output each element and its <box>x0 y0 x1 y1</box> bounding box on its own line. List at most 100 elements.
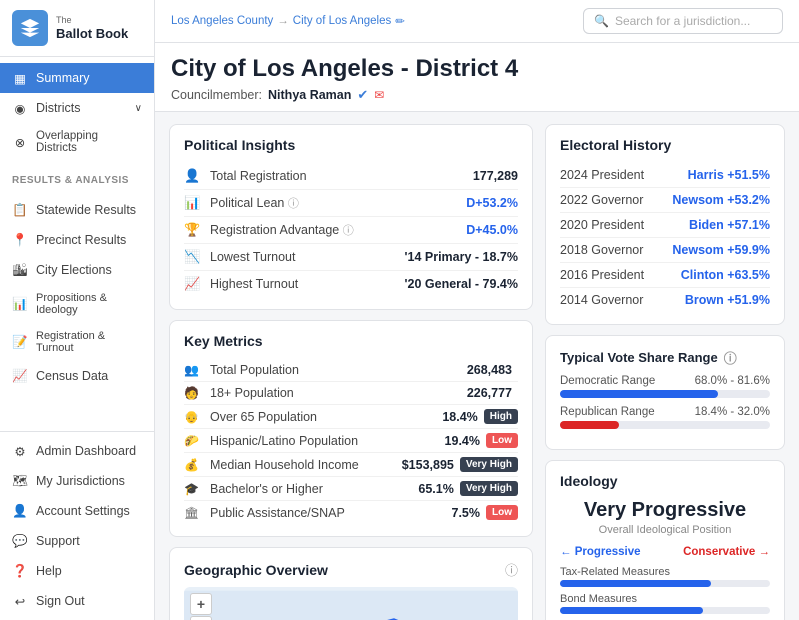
km-row-icon: 👥 <box>184 363 202 377</box>
km-row-label: Total Population <box>210 363 467 377</box>
councilmember-name: Nithya Raman <box>268 88 351 102</box>
key-metrics-card: Key Metrics 👥 Total Population 268,483 🧑… <box>169 320 533 537</box>
statewide-icon: 📋 <box>12 202 28 218</box>
eh-year: 2018 Governor <box>560 243 650 257</box>
key-metric-row: 👥 Total Population 268,483 <box>184 359 518 382</box>
metric-badge: Low <box>486 505 518 520</box>
pi-row-value: D+45.0% <box>466 223 518 237</box>
sidebar-item-propositions[interactable]: 📊 Propositions & Ideology <box>0 285 154 323</box>
map-svg: Ca Cañada Flintridge GLENDALE BURBANK Ho… <box>184 587 518 620</box>
ideology-spectrum: ← Progressive Conservative → <box>560 546 770 558</box>
political-insight-row: 📈 Highest Turnout '20 General - 79.4% <box>184 271 518 297</box>
map-zoom-in[interactable]: + <box>190 593 212 615</box>
eh-result: Clinton +63.5% <box>681 268 770 282</box>
km-row-label: Over 65 Population <box>210 410 442 424</box>
km-row-value: 7.5% <box>452 506 481 520</box>
support-icon: 💬 <box>12 533 28 549</box>
ideology-issue-label: Tax-Related Measures <box>560 566 770 578</box>
eh-year: 2024 President <box>560 168 650 182</box>
electoral-history-row: 2016 President Clinton +63.5% <box>560 263 770 288</box>
ideology-bar-bg <box>560 607 770 614</box>
ideology-issue: Bond Measures <box>560 593 770 614</box>
admin-icon: ⚙ <box>12 443 28 459</box>
sidebar-item-summary[interactable]: ▦ Summary <box>0 63 154 93</box>
km-row-value: 268,483 <box>467 363 512 377</box>
sidebar-item-support[interactable]: 💬 Support <box>0 526 154 556</box>
logo-text: The Ballot Book <box>56 15 128 41</box>
map-zoom-out[interactable]: − <box>190 616 212 620</box>
eh-result: Biden +57.1% <box>689 218 770 232</box>
ideology-title: Ideology <box>560 473 770 489</box>
breadcrumb-city[interactable]: City of Los Angeles <box>293 15 391 27</box>
km-row-value: $153,895 <box>402 458 454 472</box>
metric-badge: High <box>484 409 518 424</box>
logo-area: The Ballot Book <box>0 0 154 57</box>
email-icon[interactable]: ✉ <box>374 88 384 102</box>
key-metrics-title: Key Metrics <box>184 333 518 349</box>
map-container: + − Ca Cañada Flintridge GLENDALE BURBAN… <box>184 587 518 620</box>
km-row-icon: 🎓 <box>184 482 202 496</box>
sidebar-item-city[interactable]: 🏙 City Elections <box>0 255 154 285</box>
pi-row-icon: 🏆 <box>184 222 202 238</box>
eh-result: Harris +51.5% <box>688 168 770 182</box>
sidebar: The Ballot Book ▦ Summary ◉ Districts ∨ … <box>0 0 155 620</box>
electoral-history-row: 2024 President Harris +51.5% <box>560 163 770 188</box>
sidebar-item-signout[interactable]: ↩ Sign Out <box>0 586 154 616</box>
dem-bar-bg <box>560 390 770 398</box>
metric-badge: Very High <box>460 481 518 496</box>
account-icon: 👤 <box>12 503 28 519</box>
key-metrics-rows: 👥 Total Population 268,483 🧑 18+ Populat… <box>184 359 518 524</box>
breadcrumb-county[interactable]: Los Angeles County <box>171 15 273 27</box>
search-box[interactable]: 🔍 Search for a jurisdiction... <box>583 8 783 34</box>
jurisdictions-icon: 🗺 <box>12 473 28 489</box>
geographic-card: Geographic Overview ⓘ + − Ca Cañada Fli <box>169 547 533 620</box>
km-row-label: Bachelor's or Higher <box>210 482 418 496</box>
political-insights-card: Political Insights 👤 Total Registration … <box>169 124 533 310</box>
sidebar-item-precinct[interactable]: 📍 Precinct Results <box>0 225 154 255</box>
ideology-card: Ideology Very Progressive Overall Ideolo… <box>545 460 785 620</box>
page-header: City of Los Angeles - District 4 Council… <box>155 43 799 112</box>
sidebar-item-census[interactable]: 📈 Census Data <box>0 361 154 391</box>
km-row-value: 19.4% <box>445 434 480 448</box>
sidebar-item-account[interactable]: 👤 Account Settings <box>0 496 154 526</box>
sidebar-item-admin[interactable]: ⚙ Admin Dashboard <box>0 436 154 466</box>
search-icon: 🔍 <box>594 14 609 28</box>
page-title: City of Los Angeles - District 4 <box>171 55 783 83</box>
rep-bar-bg <box>560 421 770 429</box>
census-icon: 📈 <box>12 368 28 384</box>
sidebar-item-help[interactable]: ❓ Help <box>0 556 154 586</box>
pi-row-value: '14 Primary - 18.7% <box>405 250 518 264</box>
key-metric-row: 👴 Over 65 Population 18.4% High <box>184 405 518 429</box>
electoral-history-title: Electoral History <box>560 137 770 153</box>
summary-icon: ▦ <box>12 70 28 86</box>
eh-year: 2020 President <box>560 218 650 232</box>
key-metric-row: 🏛 Public Assistance/SNAP 7.5% Low <box>184 501 518 524</box>
logo-icon <box>12 10 48 46</box>
electoral-history-row: 2018 Governor Newsom +59.9% <box>560 238 770 263</box>
metric-badge: Low <box>486 433 518 448</box>
ideology-position: Very Progressive <box>560 499 770 522</box>
main-content: Los Angeles County → City of Los Angeles… <box>155 0 799 620</box>
overlapping-icon: ⊗ <box>12 134 28 150</box>
sidebar-item-registration[interactable]: 📝 Registration & Turnout <box>0 323 154 361</box>
rep-bar <box>560 421 619 429</box>
sidebar-item-districts[interactable]: ◉ Districts ∨ <box>0 93 154 123</box>
precinct-icon: 📍 <box>12 232 28 248</box>
left-column: Political Insights 👤 Total Registration … <box>169 124 533 608</box>
sidebar-item-jurisdictions[interactable]: 🗺 My Jurisdictions <box>0 466 154 496</box>
km-row-label: 18+ Population <box>210 386 467 400</box>
km-row-label: Median Household Income <box>210 458 402 472</box>
help-icon: ❓ <box>12 563 28 579</box>
sidebar-item-overlapping[interactable]: ⊗ Overlapping Districts <box>0 123 154 161</box>
breadcrumb: Los Angeles County → City of Los Angeles… <box>171 14 405 28</box>
councilmember-label: Councilmember: <box>171 88 262 102</box>
vote-share-header: Typical Vote Share Range ⓘ <box>560 348 770 367</box>
vote-share-info-icon: ⓘ <box>724 348 737 367</box>
eh-year: 2022 Governor <box>560 193 650 207</box>
sidebar-item-statewide[interactable]: 📋 Statewide Results <box>0 195 154 225</box>
electoral-history-row: 2020 President Biden +57.1% <box>560 213 770 238</box>
geo-info-icon: ⓘ <box>505 560 518 579</box>
pi-row-label: Lowest Turnout <box>210 250 405 264</box>
pi-row-icon: 👤 <box>184 168 202 184</box>
pi-row-label: Political Lean ⓘ <box>210 195 466 211</box>
